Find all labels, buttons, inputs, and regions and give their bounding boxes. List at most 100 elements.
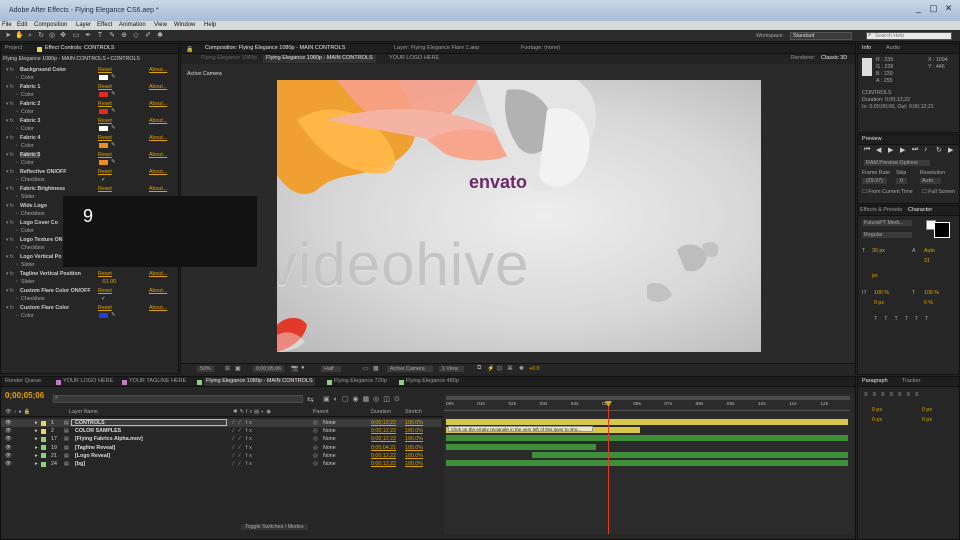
comp-viewer[interactable]: envato videohive	[277, 80, 761, 352]
color-swatch[interactable]	[99, 143, 108, 148]
tab-effects-presets[interactable]: Effects & Presets	[860, 207, 902, 215]
col-stretch[interactable]: Stretch	[405, 409, 422, 415]
roto-tool-icon[interactable]: ✐	[144, 32, 152, 40]
snapshot-icon[interactable]: 📷	[291, 365, 298, 372]
view-select[interactable]: Active Camera	[387, 366, 433, 372]
effect-name[interactable]: Background Color	[20, 67, 66, 73]
indent-right-value[interactable]: 0 px	[922, 407, 932, 413]
layer-name[interactable]: [Logo Reveal]	[75, 453, 110, 459]
indent-first-value[interactable]: 0 px	[872, 417, 882, 423]
layer-duration-bar[interactable]	[532, 451, 848, 458]
visibility-eye-icon[interactable]: 👁	[5, 445, 12, 451]
camera-tool-icon[interactable]: ◎	[48, 32, 56, 40]
stopwatch-icon[interactable]: ◔	[15, 109, 18, 115]
effect-about-link[interactable]: About...	[149, 305, 167, 311]
show-snapshot-icon[interactable]: ●	[301, 365, 305, 371]
effect-name[interactable]: Custom Flare Color ON/OFF	[20, 288, 91, 294]
layer-name[interactable]: [bg]	[75, 461, 85, 467]
checkbox[interactable]: ✓	[101, 296, 105, 302]
layer-row[interactable]: 👁 ▸ 21 ▤ [Logo Reveal] ⁄ ⁄ fx ◎ None 0;0…	[1, 452, 441, 460]
effect-reset-link[interactable]: Reset	[98, 101, 112, 107]
frame-rate-select[interactable]: (29.97)	[862, 178, 887, 184]
current-time-indicator[interactable]	[608, 401, 609, 534]
color-swatch[interactable]	[99, 75, 108, 80]
layer-twirl-icon[interactable]: ▸	[35, 461, 38, 467]
subtab-your-logo[interactable]: YOUR LOGO HERE	[389, 55, 439, 63]
fx-twirl-icon[interactable]: ▾ fx	[6, 271, 14, 277]
skip-select[interactable]: 0	[896, 178, 907, 184]
effect-about-link[interactable]: About...	[149, 152, 167, 158]
roi-icon[interactable]: ▭	[363, 365, 369, 372]
layer-label-color[interactable]	[41, 420, 46, 426]
workspace-select[interactable]: Standard	[790, 32, 852, 40]
layer-switches[interactable]: ⁄ ⁄ fx	[233, 436, 254, 442]
effect-about-link[interactable]: About...	[149, 135, 167, 141]
effect-name[interactable]: Fabric Brightness	[20, 186, 65, 192]
layer-duration-bar[interactable]	[446, 460, 848, 466]
color-swatch[interactable]	[99, 126, 108, 131]
parent-select[interactable]: None	[323, 436, 336, 442]
effect-reset-link[interactable]: Reset	[98, 135, 112, 141]
resolution-select[interactable]: Half	[321, 366, 342, 372]
stopwatch-icon[interactable]: ◔	[15, 279, 18, 285]
rectangle-tool-icon[interactable]: ▭	[72, 32, 80, 40]
layer-label-color[interactable]	[41, 436, 46, 442]
fx-twirl-icon[interactable]: ▾ fx	[6, 203, 14, 209]
parent-pickwhip-icon[interactable]: ◎	[313, 420, 318, 426]
layer-switches[interactable]: ⁄ ⁄ fx	[233, 461, 254, 467]
layer-twirl-icon[interactable]: ▸	[35, 453, 38, 459]
from-current-time-checkbox[interactable]: ☐ From Current Time	[862, 189, 913, 195]
effect-name[interactable]: Custom Flare Color	[20, 305, 69, 311]
brush-tool-icon[interactable]: ✎	[108, 32, 116, 40]
slider-value[interactable]: -91.00	[101, 279, 116, 285]
layer-row[interactable]: 👁 ▸ 17 ▤ [Flying Fabrics Alpha.mov] ⁄ ⁄ …	[1, 435, 441, 443]
effect-name[interactable]: Fabric 3	[20, 118, 40, 124]
resolution-select-preview[interactable]: Auto	[920, 178, 941, 184]
maximize-icon[interactable]: ▢	[929, 4, 938, 13]
indent-left-value[interactable]: 0 px	[872, 407, 882, 413]
effect-name[interactable]: Fabric 4	[20, 135, 40, 141]
layer-switches[interactable]: ⁄ ⁄ fx	[233, 420, 254, 426]
fx-twirl-icon[interactable]: ▾ fx	[6, 237, 14, 243]
layer-name-edit-box[interactable]	[71, 419, 227, 426]
eyedropper-icon[interactable]: ✎	[111, 74, 115, 80]
align-buttons[interactable]: ≡≡≡≡≡≡≡	[864, 392, 924, 398]
stopwatch-icon[interactable]: ◔	[15, 92, 18, 98]
color-swatch[interactable]	[99, 109, 108, 114]
subtab-1080p[interactable]: Flying Elegance 1080p	[201, 55, 257, 63]
zoom-tool-icon[interactable]: ⌕	[26, 32, 34, 40]
tab-info[interactable]: Info	[862, 45, 871, 53]
effect-about-link[interactable]: About...	[149, 84, 167, 90]
loop-icon[interactable]: ↻	[936, 146, 942, 154]
effect-reset-link[interactable]: Reset	[98, 288, 112, 294]
effect-name[interactable]: Logo Texture ON	[20, 237, 63, 243]
layer-search-input[interactable]	[53, 395, 303, 403]
timeline-switch-icons[interactable]: ▣◐▢◉▦◎◫⊙	[323, 395, 404, 403]
tab-paragraph[interactable]: Paragraph	[862, 378, 888, 386]
play-icon[interactable]: ▶	[888, 146, 893, 154]
layer-name[interactable]: COLOR SAMPLES	[75, 428, 121, 434]
toggle-pixel-aspect-icon[interactable]: ⧉	[477, 365, 481, 372]
prev-frame-icon[interactable]: ◀	[876, 146, 881, 154]
menu-layer[interactable]: Layer	[76, 22, 91, 28]
checkbox[interactable]: ✓	[101, 177, 105, 183]
effect-about-link[interactable]: About...	[149, 169, 167, 175]
fx-twirl-icon[interactable]: ▾ fx	[6, 169, 14, 175]
parent-pickwhip-icon[interactable]: ◎	[313, 461, 318, 467]
visibility-eye-icon[interactable]: 👁	[5, 420, 12, 426]
layer-twirl-icon[interactable]: ▸	[35, 420, 38, 426]
transparency-grid-icon[interactable]: ▦	[373, 365, 379, 372]
col-parent[interactable]: Parent	[313, 409, 329, 415]
font-size-value[interactable]: 30 px	[872, 248, 885, 254]
fx-twirl-icon[interactable]: ▾ fx	[6, 118, 14, 124]
col-duration[interactable]: Duration	[371, 409, 391, 415]
layer-duration[interactable]: 0;00;12;22	[371, 428, 396, 434]
menu-composition[interactable]: Composition	[34, 22, 67, 28]
visibility-eye-icon[interactable]: 👁	[5, 428, 12, 434]
visibility-eye-icon[interactable]: 👁	[5, 453, 12, 459]
layer-duration-bar[interactable]	[446, 443, 596, 450]
effect-name[interactable]: Fabric 2	[20, 101, 40, 107]
space-after-value[interactable]: 0 px	[922, 417, 932, 423]
tab-composition[interactable]: Composition: Flying Elegance 1080p - MAI…	[205, 45, 345, 53]
stopwatch-icon[interactable]: ◔	[15, 245, 18, 251]
